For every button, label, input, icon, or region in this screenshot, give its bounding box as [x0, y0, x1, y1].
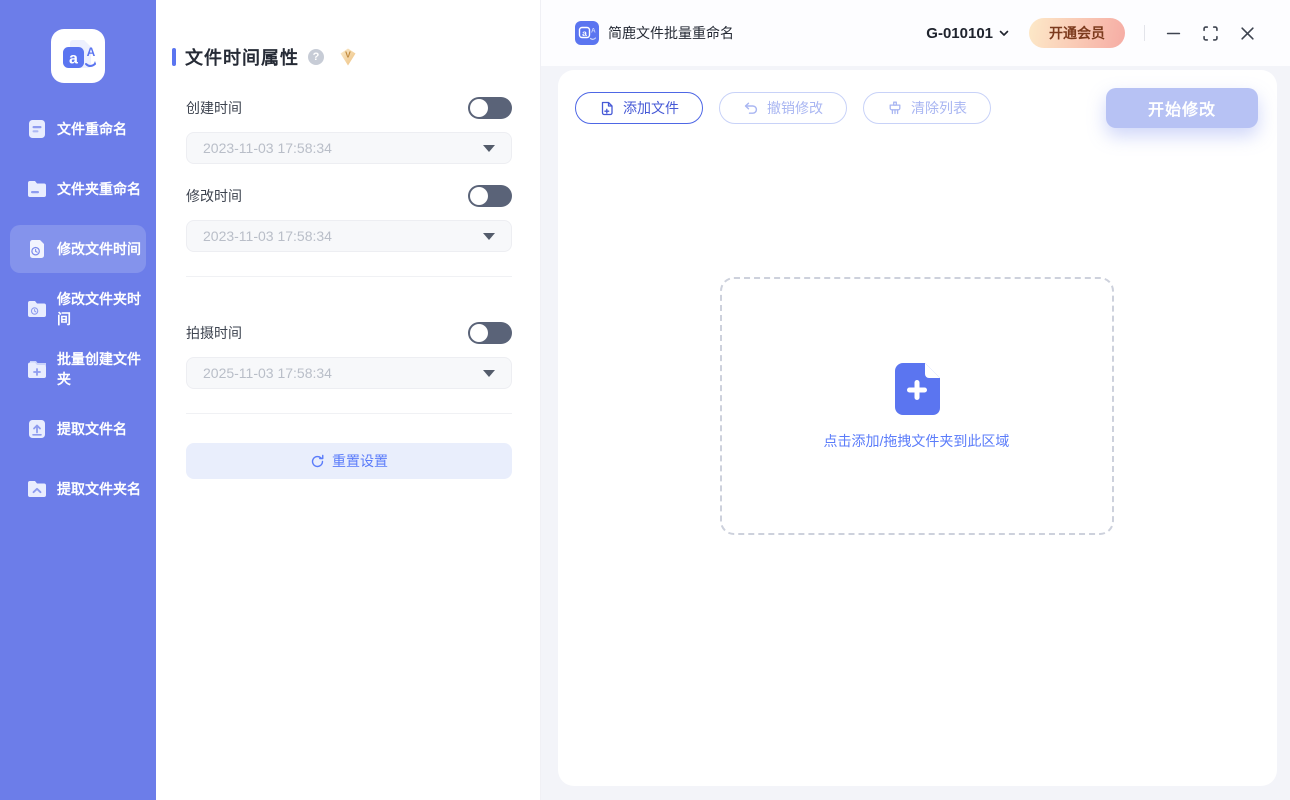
app-logo-icon: a A [51, 29, 105, 83]
toggle-knob [470, 324, 488, 342]
dropdown-caret-icon [483, 232, 495, 240]
file-time-icon [26, 238, 48, 260]
sidebar-item-extract-foldername[interactable]: 提取文件夹名 [10, 465, 146, 513]
capture-time-row: 拍摄时间 [186, 322, 512, 344]
capture-time-value: 2025-11-03 17:58:34 [203, 365, 332, 381]
sidebar-item-label: 提取文件夹名 [57, 481, 141, 497]
svg-text:a: a [69, 51, 78, 68]
app-window: a A 文件重命名 文件夹重命名 修改文件时间 修改文件夹时间 批量创建文件夹 … [0, 0, 1290, 800]
folder-plus-icon [26, 358, 48, 380]
creation-time-row: 创建时间 [186, 97, 512, 119]
sidebar-item-label: 提取文件名 [57, 421, 127, 437]
undo-icon [744, 102, 758, 114]
creation-time-value: 2023-11-03 17:58:34 [203, 140, 332, 156]
sidebar-item-file-rename[interactable]: 文件重命名 [10, 105, 146, 153]
sidebar-menu: 文件重命名 文件夹重命名 修改文件时间 修改文件夹时间 批量创建文件夹 提取文件… [0, 105, 156, 513]
creation-time-label: 创建时间 [186, 100, 242, 116]
svg-text:a: a [582, 28, 587, 38]
undo-button[interactable]: 撤销修改 [719, 92, 847, 124]
settings-title: 文件时间属性 [185, 48, 299, 68]
sidebar: a A 文件重命名 文件夹重命名 修改文件时间 修改文件夹时间 批量创建文件夹 … [0, 0, 156, 800]
titlebar-right: G-010101 开通会员 [926, 18, 1256, 48]
app-icon: a A [575, 21, 599, 45]
add-files-label: 添加文件 [623, 100, 679, 116]
version-label: G-010101 [926, 24, 993, 42]
file-list-card: 添加文件 撤销修改 清除列表 开始修改 点击添加/拖拽文件夹到此区域 [558, 70, 1277, 786]
minimize-button[interactable] [1164, 24, 1182, 42]
svg-text:A: A [87, 45, 96, 59]
reset-settings-label: 重置设置 [332, 453, 388, 469]
dropzone[interactable]: 点击添加/拖拽文件夹到此区域 [719, 277, 1114, 535]
logo-container: a A [0, 0, 156, 83]
broom-icon [889, 101, 901, 115]
sidebar-item-batch-create-folder[interactable]: 批量创建文件夹 [10, 345, 146, 393]
open-vip-button[interactable]: 开通会员 [1029, 18, 1125, 48]
dropdown-caret-icon [483, 144, 495, 152]
modified-time-value: 2023-11-03 17:58:34 [203, 228, 332, 244]
sidebar-item-label: 修改文件时间 [57, 241, 141, 257]
maximize-button[interactable] [1201, 24, 1219, 42]
titlebar: a A 简鹿文件批量重命名 G-010101 开通会员 [541, 0, 1290, 66]
settings-panel: 文件时间属性 ? V 创建时间 2023-11-03 17:58:34 修改时间 [156, 0, 540, 800]
sidebar-item-modify-folder-time[interactable]: 修改文件夹时间 [10, 285, 146, 333]
svg-text:V: V [345, 50, 351, 60]
titlebar-left: a A 简鹿文件批量重命名 [575, 21, 734, 45]
capture-time-label: 拍摄时间 [186, 325, 242, 341]
modified-time-toggle[interactable] [468, 185, 512, 207]
settings-header: 文件时间属性 ? V [172, 44, 512, 70]
section-divider [186, 276, 512, 277]
capture-time-select[interactable]: 2025-11-03 17:58:34 [186, 357, 512, 389]
version-dropdown[interactable]: G-010101 [926, 25, 1010, 42]
undo-label: 撤销修改 [767, 100, 823, 116]
sidebar-item-label: 文件重命名 [57, 121, 127, 137]
title-accent-bar [172, 48, 176, 66]
sidebar-item-label: 批量创建文件夹 [57, 351, 141, 387]
clear-list-label: 清除列表 [911, 100, 967, 116]
modified-time-select[interactable]: 2023-11-03 17:58:34 [186, 220, 512, 252]
creation-time-toggle[interactable] [468, 97, 512, 119]
close-button[interactable] [1238, 24, 1256, 42]
toggle-knob [470, 99, 488, 117]
help-icon[interactable]: ? [308, 49, 324, 65]
folder-extract-icon [26, 478, 48, 500]
modified-time-label: 修改时间 [186, 188, 242, 204]
folder-rename-icon [26, 178, 48, 200]
vip-diamond-icon[interactable]: V [337, 47, 359, 67]
start-modify-button[interactable]: 开始修改 [1106, 88, 1258, 128]
add-file-icon [601, 101, 613, 116]
sidebar-item-folder-rename[interactable]: 文件夹重命名 [10, 165, 146, 213]
main-section: a A 简鹿文件批量重命名 G-010101 开通会员 添加文件 撤销修改 清除… [540, 0, 1290, 800]
toolbar: 添加文件 撤销修改 清除列表 开始修改 [575, 88, 1258, 128]
file-rename-icon [26, 118, 48, 140]
dropzone-hint: 点击添加/拖拽文件夹到此区域 [823, 432, 1010, 449]
sidebar-item-label: 修改文件夹时间 [57, 291, 141, 327]
dropdown-caret-icon [483, 369, 495, 377]
content-area: 添加文件 撤销修改 清除列表 开始修改 点击添加/拖拽文件夹到此区域 [541, 66, 1290, 800]
toolbar-button-group: 添加文件 撤销修改 清除列表 [575, 92, 991, 124]
sidebar-item-modify-file-time[interactable]: 修改文件时间 [10, 225, 146, 273]
refresh-icon [311, 454, 324, 467]
clear-list-button[interactable]: 清除列表 [863, 92, 991, 124]
add-file-large-icon [894, 362, 940, 415]
titlebar-divider [1144, 25, 1145, 41]
reset-settings-button[interactable]: 重置设置 [186, 443, 512, 479]
modified-time-row: 修改时间 [186, 185, 512, 207]
folder-time-icon [26, 298, 48, 320]
file-extract-icon [26, 418, 48, 440]
sidebar-item-label: 文件夹重命名 [57, 181, 141, 197]
app-title: 简鹿文件批量重命名 [608, 25, 734, 41]
toggle-knob [470, 187, 488, 205]
time-settings-form: 创建时间 2023-11-03 17:58:34 修改时间 2023-11-03… [186, 97, 512, 479]
section-divider [186, 413, 512, 414]
chevron-down-icon [999, 30, 1009, 36]
svg-text:A: A [591, 28, 596, 35]
creation-time-select[interactable]: 2023-11-03 17:58:34 [186, 132, 512, 164]
sidebar-item-extract-filename[interactable]: 提取文件名 [10, 405, 146, 453]
capture-time-toggle[interactable] [468, 322, 512, 344]
add-files-button[interactable]: 添加文件 [575, 92, 703, 124]
